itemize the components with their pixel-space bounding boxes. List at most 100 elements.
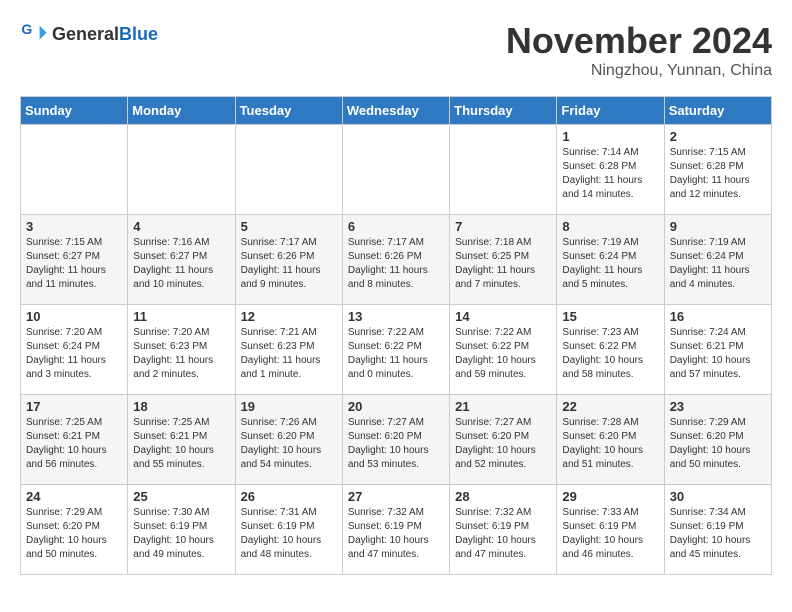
day-number: 4 — [133, 219, 229, 234]
day-info: Sunrise: 7:25 AM Sunset: 6:21 PM Dayligh… — [26, 416, 122, 472]
calendar-day-cell: 29 Sunrise: 7:33 AM Sunset: 6:19 PM Dayli… — [557, 485, 664, 575]
day-number: 18 — [133, 399, 229, 414]
calendar-day-cell: 4 Sunrise: 7:16 AM Sunset: 6:27 PM Daylig… — [128, 215, 235, 305]
calendar-day-cell: 10 Sunrise: 7:20 AM Sunset: 6:24 PM Dayli… — [21, 305, 128, 395]
day-number: 12 — [241, 309, 337, 324]
calendar-week-row: 10 Sunrise: 7:20 AM Sunset: 6:24 PM Dayli… — [21, 305, 772, 395]
day-info: Sunrise: 7:19 AM Sunset: 6:24 PM Dayligh… — [562, 236, 658, 292]
day-info: Sunrise: 7:27 AM Sunset: 6:20 PM Dayligh… — [455, 416, 551, 472]
day-info: Sunrise: 7:32 AM Sunset: 6:19 PM Dayligh… — [455, 506, 551, 562]
logo-text-blue: Blue — [119, 24, 158, 44]
day-info: Sunrise: 7:20 AM Sunset: 6:23 PM Dayligh… — [133, 326, 229, 382]
svg-text:G: G — [21, 21, 32, 37]
day-number: 10 — [26, 309, 122, 324]
calendar-day-cell — [342, 125, 449, 215]
calendar-day-cell: 1Sunrise: 7:14 AM Sunset: 6:28 PM Daylig… — [557, 125, 664, 215]
title-area: November 2024 Ningzhou, Yunnan, China — [506, 20, 772, 80]
calendar-day-cell: 3Sunrise: 7:15 AM Sunset: 6:27 PM Daylig… — [21, 215, 128, 305]
weekday-header-cell: Thursday — [450, 97, 557, 125]
calendar-day-cell: 15 Sunrise: 7:23 AM Sunset: 6:22 PM Dayli… — [557, 305, 664, 395]
logo-text-general: General — [52, 24, 119, 44]
calendar-day-cell: 7 Sunrise: 7:18 AM Sunset: 6:25 PM Daylig… — [450, 215, 557, 305]
weekday-header-cell: Monday — [128, 97, 235, 125]
calendar-table: SundayMondayTuesdayWednesdayThursdayFrid… — [20, 96, 772, 575]
page-header: G GeneralBlue November 2024 Ningzhou, Yu… — [20, 20, 772, 80]
day-info: Sunrise: 7:28 AM Sunset: 6:20 PM Dayligh… — [562, 416, 658, 472]
day-number: 27 — [348, 489, 444, 504]
day-number: 11 — [133, 309, 229, 324]
day-number: 17 — [26, 399, 122, 414]
calendar-day-cell: 20 Sunrise: 7:27 AM Sunset: 6:20 PM Dayli… — [342, 395, 449, 485]
day-info: Sunrise: 7:14 AM Sunset: 6:28 PM Dayligh… — [562, 146, 658, 202]
day-info: Sunrise: 7:24 AM Sunset: 6:21 PM Dayligh… — [670, 326, 766, 382]
day-number: 22 — [562, 399, 658, 414]
weekday-header-cell: Tuesday — [235, 97, 342, 125]
weekday-header-cell: Friday — [557, 97, 664, 125]
day-number: 26 — [241, 489, 337, 504]
calendar-day-cell: 9 Sunrise: 7:19 AM Sunset: 6:24 PM Daylig… — [664, 215, 771, 305]
day-number: 20 — [348, 399, 444, 414]
calendar-day-cell: 26 Sunrise: 7:31 AM Sunset: 6:19 PM Dayli… — [235, 485, 342, 575]
calendar-day-cell: 6 Sunrise: 7:17 AM Sunset: 6:26 PM Daylig… — [342, 215, 449, 305]
day-info: Sunrise: 7:20 AM Sunset: 6:24 PM Dayligh… — [26, 326, 122, 382]
day-number: 21 — [455, 399, 551, 414]
calendar-day-cell: 27Sunrise: 7:32 AM Sunset: 6:19 PM Dayli… — [342, 485, 449, 575]
calendar-day-cell: 18Sunrise: 7:25 AM Sunset: 6:21 PM Dayli… — [128, 395, 235, 485]
day-number: 23 — [670, 399, 766, 414]
calendar-day-cell — [21, 125, 128, 215]
day-info: Sunrise: 7:16 AM Sunset: 6:27 PM Dayligh… — [133, 236, 229, 292]
calendar-day-cell: 5 Sunrise: 7:17 AM Sunset: 6:26 PM Daylig… — [235, 215, 342, 305]
calendar-day-cell: 13 Sunrise: 7:22 AM Sunset: 6:22 PM Dayli… — [342, 305, 449, 395]
day-info: Sunrise: 7:19 AM Sunset: 6:24 PM Dayligh… — [670, 236, 766, 292]
day-info: Sunrise: 7:17 AM Sunset: 6:26 PM Dayligh… — [348, 236, 444, 292]
day-number: 30 — [670, 489, 766, 504]
day-info: Sunrise: 7:34 AM Sunset: 6:19 PM Dayligh… — [670, 506, 766, 562]
calendar-day-cell: 2Sunrise: 7:15 AM Sunset: 6:28 PM Daylig… — [664, 125, 771, 215]
day-info: Sunrise: 7:27 AM Sunset: 6:20 PM Dayligh… — [348, 416, 444, 472]
calendar-day-cell: 19Sunrise: 7:26 AM Sunset: 6:20 PM Dayli… — [235, 395, 342, 485]
day-info: Sunrise: 7:18 AM Sunset: 6:25 PM Dayligh… — [455, 236, 551, 292]
calendar-day-cell — [450, 125, 557, 215]
day-number: 19 — [241, 399, 337, 414]
day-info: Sunrise: 7:22 AM Sunset: 6:22 PM Dayligh… — [348, 326, 444, 382]
calendar-week-row: 3Sunrise: 7:15 AM Sunset: 6:27 PM Daylig… — [21, 215, 772, 305]
weekday-header-cell: Saturday — [664, 97, 771, 125]
day-number: 7 — [455, 219, 551, 234]
calendar-day-cell: 17 Sunrise: 7:25 AM Sunset: 6:21 PM Dayli… — [21, 395, 128, 485]
day-number: 13 — [348, 309, 444, 324]
calendar-day-cell: 14 Sunrise: 7:22 AM Sunset: 6:22 PM Dayli… — [450, 305, 557, 395]
day-number: 29 — [562, 489, 658, 504]
day-number: 9 — [670, 219, 766, 234]
day-info: Sunrise: 7:31 AM Sunset: 6:19 PM Dayligh… — [241, 506, 337, 562]
day-number: 24 — [26, 489, 122, 504]
calendar-day-cell: 24 Sunrise: 7:29 AM Sunset: 6:20 PM Dayli… — [21, 485, 128, 575]
day-number: 28 — [455, 489, 551, 504]
day-number: 25 — [133, 489, 229, 504]
calendar-day-cell: 23Sunrise: 7:29 AM Sunset: 6:20 PM Dayli… — [664, 395, 771, 485]
day-info: Sunrise: 7:29 AM Sunset: 6:20 PM Dayligh… — [26, 506, 122, 562]
day-info: Sunrise: 7:30 AM Sunset: 6:19 PM Dayligh… — [133, 506, 229, 562]
calendar-day-cell: 30 Sunrise: 7:34 AM Sunset: 6:19 PM Dayli… — [664, 485, 771, 575]
calendar-day-cell: 25 Sunrise: 7:30 AM Sunset: 6:19 PM Dayli… — [128, 485, 235, 575]
weekday-header-cell: Sunday — [21, 97, 128, 125]
calendar-day-cell: 28 Sunrise: 7:32 AM Sunset: 6:19 PM Dayli… — [450, 485, 557, 575]
day-number: 6 — [348, 219, 444, 234]
day-number: 14 — [455, 309, 551, 324]
calendar-week-row: 24 Sunrise: 7:29 AM Sunset: 6:20 PM Dayli… — [21, 485, 772, 575]
day-number: 15 — [562, 309, 658, 324]
day-info: Sunrise: 7:33 AM Sunset: 6:19 PM Dayligh… — [562, 506, 658, 562]
logo-icon: G — [20, 20, 48, 48]
day-info: Sunrise: 7:21 AM Sunset: 6:23 PM Dayligh… — [241, 326, 337, 382]
calendar-week-row: 1Sunrise: 7:14 AM Sunset: 6:28 PM Daylig… — [21, 125, 772, 215]
calendar-week-row: 17 Sunrise: 7:25 AM Sunset: 6:21 PM Dayli… — [21, 395, 772, 485]
day-number: 8 — [562, 219, 658, 234]
weekday-header-cell: Wednesday — [342, 97, 449, 125]
day-info: Sunrise: 7:22 AM Sunset: 6:22 PM Dayligh… — [455, 326, 551, 382]
day-info: Sunrise: 7:23 AM Sunset: 6:22 PM Dayligh… — [562, 326, 658, 382]
logo: G GeneralBlue — [20, 20, 158, 48]
day-number: 2 — [670, 129, 766, 144]
day-info: Sunrise: 7:17 AM Sunset: 6:26 PM Dayligh… — [241, 236, 337, 292]
day-number: 5 — [241, 219, 337, 234]
month-title: November 2024 — [506, 20, 772, 62]
calendar-day-cell: 22 Sunrise: 7:28 AM Sunset: 6:20 PM Dayli… — [557, 395, 664, 485]
